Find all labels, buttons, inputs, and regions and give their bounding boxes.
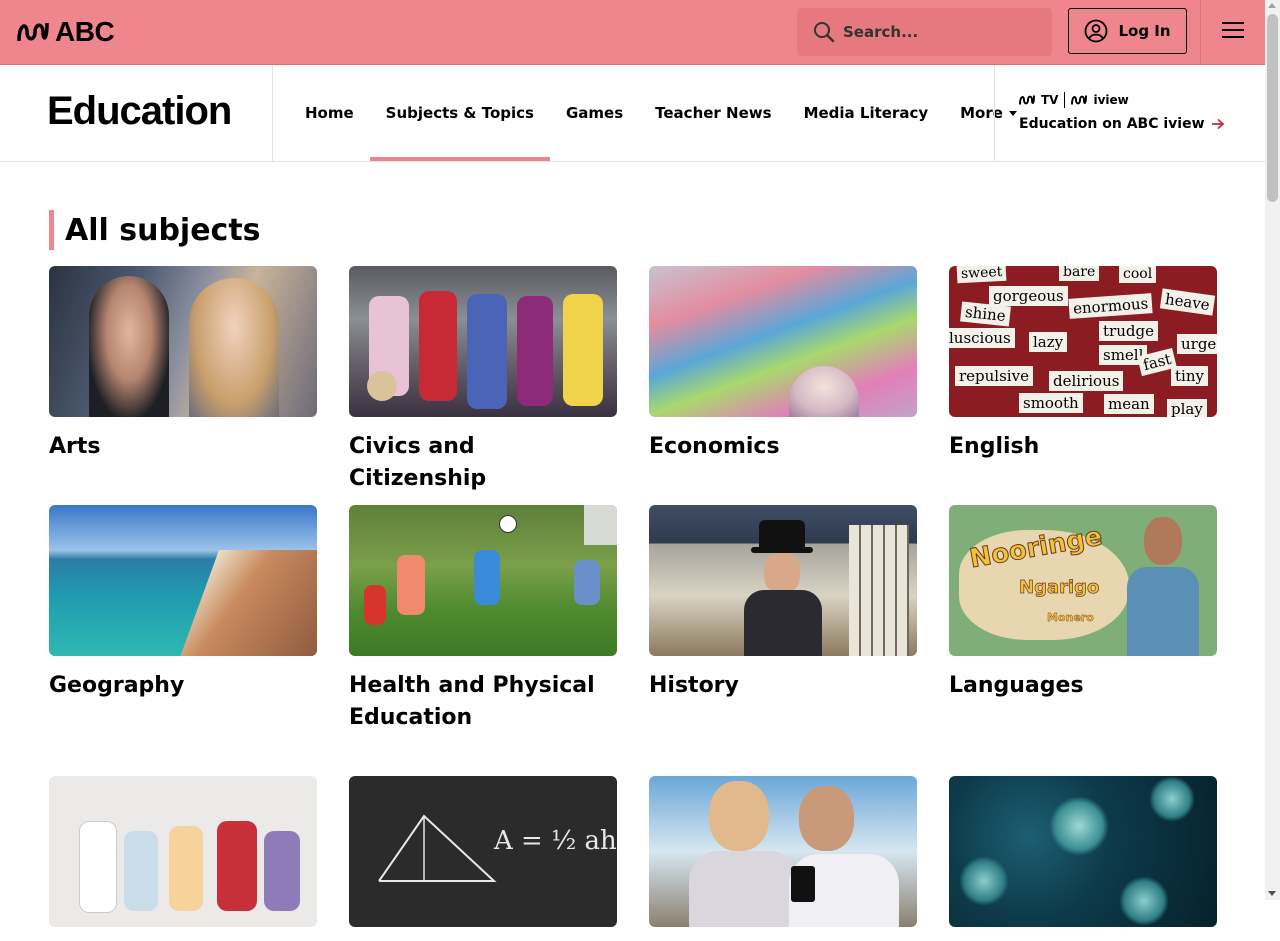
section-nav: Home Subjects & Topics Games Teacher New… xyxy=(289,65,1033,161)
word-tile: tiny xyxy=(1171,366,1208,386)
card-label: Health and Physical Education xyxy=(349,673,595,730)
word-tile: bare xyxy=(1059,266,1100,281)
history-thumbnail xyxy=(649,505,917,656)
search-box[interactable] xyxy=(797,8,1052,56)
subject-card-media[interactable] xyxy=(49,776,317,941)
card-label: History xyxy=(649,673,739,698)
word-tile: heave xyxy=(1159,288,1215,316)
subject-card-science[interactable] xyxy=(949,776,1217,941)
english-thumbnail: sweet bare cool gorgeous enormous heave … xyxy=(949,266,1217,417)
science-thumbnail xyxy=(949,776,1217,927)
login-label: Log In xyxy=(1118,22,1171,40)
media-thumbnail xyxy=(49,776,317,927)
iview-promo[interactable]: TV iview Education on ABC iview xyxy=(1019,92,1225,132)
card-label: Languages xyxy=(949,673,1084,698)
card-label: Arts xyxy=(49,434,101,459)
arts-thumbnail xyxy=(49,266,317,417)
nav-item-teacher-news[interactable]: Teacher News xyxy=(639,65,787,161)
math-formula: A = ½ ah xyxy=(494,826,617,856)
heading-accent-bar xyxy=(49,210,54,250)
subject-card-languages[interactable]: Nooringe Ngarigo Monero Languages xyxy=(949,505,1217,702)
word-tile: gorgeous xyxy=(989,286,1068,306)
nav-item-media-literacy[interactable]: Media Literacy xyxy=(788,65,945,161)
word-tile: lazy xyxy=(1029,332,1068,352)
science-tech-thumbnail xyxy=(649,776,917,927)
section-header: Education Home Subjects & Topics Games T… xyxy=(0,65,1265,162)
abc-logo-text: ABC xyxy=(55,16,115,47)
geography-thumbnail xyxy=(49,505,317,656)
menu-divider xyxy=(1200,0,1201,64)
nav-item-games[interactable]: Games xyxy=(550,65,639,161)
word-tile: repulsive xyxy=(955,366,1033,386)
languages-image-word: Monero xyxy=(1047,611,1094,624)
subject-card-geography[interactable]: Geography xyxy=(49,505,317,702)
scroll-up-icon[interactable] xyxy=(1268,3,1276,8)
word-tile: delirious xyxy=(1049,371,1124,391)
subject-card-health-pe[interactable]: Health and Physical Education xyxy=(349,505,617,734)
nav-divider-left xyxy=(272,65,273,161)
word-tile: enormous xyxy=(1068,293,1153,319)
card-label: English xyxy=(949,434,1040,459)
arrow-right-icon xyxy=(1211,118,1224,130)
subject-card-mathematics[interactable]: A = ½ ah xyxy=(349,776,617,941)
mathematics-thumbnail: A = ½ ah xyxy=(349,776,617,927)
abc-logo[interactable]: ABC xyxy=(17,16,115,47)
nav-divider-right xyxy=(994,65,995,161)
abc-tv-logo: TV xyxy=(1041,93,1059,107)
all-subjects-heading: All subjects xyxy=(49,210,261,250)
iview-link-label: Education on ABC iview xyxy=(1019,116,1205,132)
promo-separator xyxy=(1064,92,1066,108)
nav-item-home[interactable]: Home xyxy=(289,65,370,161)
subject-card-science-tech[interactable] xyxy=(649,776,917,941)
page-heading: All subjects xyxy=(65,212,261,248)
civics-thumbnail xyxy=(349,266,617,417)
vertical-scrollbar[interactable] xyxy=(1265,0,1280,900)
word-tile: cool xyxy=(1119,266,1157,283)
search-input[interactable] xyxy=(841,22,1035,42)
word-tile: shine xyxy=(960,301,1011,327)
user-icon xyxy=(1085,19,1108,43)
scroll-thumb[interactable] xyxy=(1267,14,1278,202)
word-tile: luscious xyxy=(949,328,1015,348)
languages-thumbnail: Nooringe Ngarigo Monero xyxy=(949,505,1217,656)
abc-lissajous-icon xyxy=(17,22,49,42)
abc-lissajous-icon xyxy=(1071,95,1088,105)
login-button[interactable]: Log In xyxy=(1068,8,1187,54)
search-icon xyxy=(814,22,835,43)
health-pe-thumbnail xyxy=(349,505,617,656)
card-label: Civics and Citizenship xyxy=(349,434,487,491)
word-tile: sweet xyxy=(956,266,1007,284)
subject-card-civics[interactable]: Civics and Citizenship xyxy=(349,266,617,495)
word-tile: play xyxy=(1167,399,1207,417)
nav-item-subjects-topics[interactable]: Subjects & Topics xyxy=(369,65,551,161)
card-label: Geography xyxy=(49,673,185,698)
card-label: Economics xyxy=(649,434,780,459)
iview-link[interactable]: Education on ABC iview xyxy=(1019,116,1225,132)
scroll-down-icon[interactable] xyxy=(1268,891,1276,896)
promo-logos: TV iview xyxy=(1019,92,1225,108)
abc-lissajous-icon xyxy=(1019,95,1035,105)
word-tile: trudge xyxy=(1099,321,1158,341)
word-tile: mean xyxy=(1104,394,1154,414)
subject-card-arts[interactable]: Arts xyxy=(49,266,317,463)
subject-card-english[interactable]: sweet bare cool gorgeous enormous heave … xyxy=(949,266,1217,463)
abc-iview-logo: iview xyxy=(1093,93,1129,107)
subject-card-history[interactable]: History xyxy=(649,505,917,702)
top-bar: ABC Log In xyxy=(0,0,1265,65)
economics-thumbnail xyxy=(649,266,917,417)
word-tile: smooth xyxy=(1019,393,1083,413)
subject-card-economics[interactable]: Economics xyxy=(649,266,917,463)
hamburger-menu-icon[interactable] xyxy=(1222,22,1244,42)
section-title[interactable]: Education xyxy=(47,89,232,134)
languages-image-word: Ngarigo xyxy=(1019,577,1100,599)
word-tile: urge xyxy=(1177,334,1217,354)
chevron-down-icon xyxy=(1008,110,1017,116)
